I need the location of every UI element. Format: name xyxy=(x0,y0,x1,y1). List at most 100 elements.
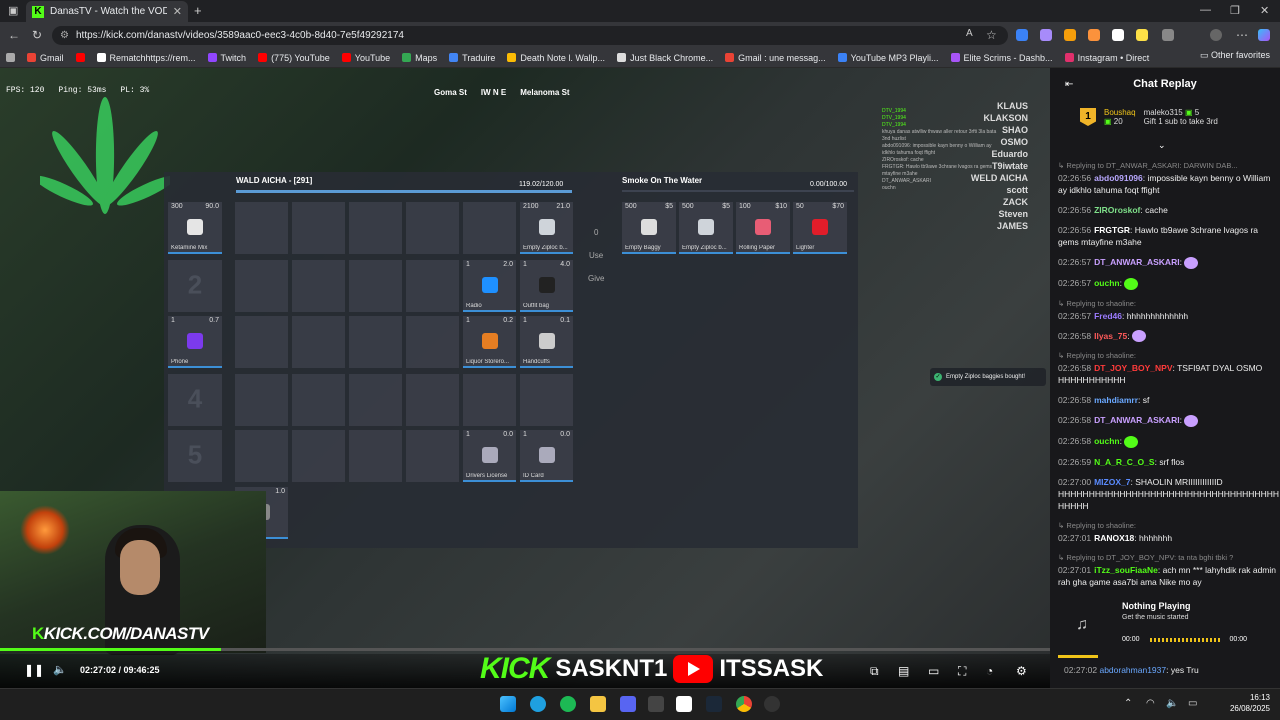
translate-icon[interactable]: A xyxy=(966,28,973,39)
bookmark-yt-mp3[interactable]: YouTube MP3 Playli... xyxy=(837,53,939,63)
tray-chevron-icon[interactable]: ⌃ xyxy=(1124,698,1132,709)
inventory-slot[interactable] xyxy=(349,430,402,482)
fullscreen-icon[interactable]: ⛶ xyxy=(958,664,966,679)
msg-user[interactable]: ZIROroskof xyxy=(1094,205,1140,215)
inventory-slot[interactable]: 1 0.2 Liquor Storero... xyxy=(463,316,516,368)
bookmark-item[interactable] xyxy=(6,53,15,62)
file-explorer-icon[interactable] xyxy=(590,696,606,712)
bookmark-instagram[interactable]: Instagram • Direct xyxy=(1064,53,1149,63)
inventory-slot[interactable] xyxy=(406,202,459,254)
inventory-slot[interactable] xyxy=(520,374,573,426)
edge-icon[interactable] xyxy=(530,696,546,712)
inventory-slot[interactable] xyxy=(292,374,345,426)
wifi-icon[interactable]: ◠ xyxy=(1146,698,1155,709)
bookmark-maps[interactable]: Maps xyxy=(402,53,437,63)
give-button[interactable]: Give xyxy=(588,274,604,283)
msg-user[interactable]: Ilyas_75 xyxy=(1094,331,1127,341)
bookmark-gmail-2[interactable]: Gmail : une messag... xyxy=(725,53,826,63)
calculator-icon[interactable] xyxy=(648,696,664,712)
settings-gear-icon[interactable]: ⚙ xyxy=(1016,664,1027,678)
menu-icon[interactable]: ⋯ xyxy=(1236,28,1248,42)
msg-user[interactable]: ouchn xyxy=(1094,278,1120,288)
inventory-slot[interactable] xyxy=(406,316,459,368)
extension-icon[interactable] xyxy=(1088,29,1100,41)
miniplayer-icon[interactable]: ⧉ xyxy=(870,664,879,679)
battery-icon[interactable]: ▭ xyxy=(1188,698,1197,709)
inventory-slot[interactable] xyxy=(235,374,288,426)
pause-button[interactable]: ❚❚ xyxy=(24,663,44,677)
tab-actions-icon[interactable]: ▣ xyxy=(8,4,18,17)
bookmark-death-note[interactable]: Death Note l. Wallp... xyxy=(507,53,605,63)
inventory-slot[interactable] xyxy=(235,430,288,482)
inventory-slot[interactable] xyxy=(292,430,345,482)
inventory-slot[interactable] xyxy=(292,316,345,368)
inventory-slot[interactable] xyxy=(292,202,345,254)
address-bar[interactable]: ⚙ https://kick.com/danastv/videos/3589aac… xyxy=(52,26,1008,45)
msg-user[interactable]: Fred46 xyxy=(1094,311,1122,321)
close-tab-icon[interactable]: ✕ xyxy=(173,5,182,18)
extension-icon[interactable] xyxy=(1112,29,1124,41)
inventory-slot[interactable]: 1 0.0 ID Card xyxy=(520,430,573,482)
chrome-icon[interactable] xyxy=(736,696,752,712)
inventory-slot[interactable] xyxy=(349,260,402,312)
msg-user[interactable]: mahdiamrr xyxy=(1094,395,1138,405)
other-bookmarks[interactable]: ▭ Other favorites xyxy=(1200,50,1270,61)
copilot-icon[interactable] xyxy=(1258,29,1270,41)
inventory-slot[interactable] xyxy=(235,316,288,368)
bookmark-rematch[interactable]: Rematchhttps://rem... xyxy=(96,53,196,63)
inventory-slot[interactable] xyxy=(292,260,345,312)
inventory-slot[interactable] xyxy=(463,374,516,426)
inventory-slot[interactable]: 1 2.0 Radio xyxy=(463,260,516,312)
bookmark-youtube[interactable]: YouTube xyxy=(341,53,390,63)
shop-slot[interactable]: 50 $70 Lighter xyxy=(793,202,847,254)
inventory-slot[interactable]: 1 0.0 Drivers License xyxy=(463,430,516,482)
extension-icon[interactable] xyxy=(1016,29,1028,41)
speed-icon[interactable]: ◔ xyxy=(986,664,993,678)
inventory-slot[interactable]: 1 0.1 Handcuffs xyxy=(520,316,573,368)
theater-mode-icon[interactable]: ▭ xyxy=(928,664,939,678)
reply-context[interactable]: ↳ Replying to DT_ANWAR_ASKARI: DARWIN DA… xyxy=(1058,160,1276,172)
reply-context[interactable]: ↳ Replying to DT_JOY_BOY_NPV: ta nta bgh… xyxy=(1058,552,1276,564)
bookmark-traduire[interactable]: Traduire xyxy=(449,53,495,63)
msg-user[interactable]: ouchn xyxy=(1094,436,1120,446)
msg-user[interactable]: abdo091096 xyxy=(1094,173,1143,183)
reply-context[interactable]: ↳ Replying to shaoline: xyxy=(1058,298,1276,310)
hotbar-slot[interactable]: 1 0.7 Phone xyxy=(168,316,222,368)
inventory-slot[interactable] xyxy=(235,202,288,254)
msg-user[interactable]: DT_ANWAR_ASKARI xyxy=(1094,415,1179,425)
inventory-slot[interactable]: 2100 21.0 Empty Ziploc b... xyxy=(520,202,573,254)
hotbar-slot[interactable]: 4 xyxy=(168,374,222,426)
msg-user[interactable]: MIZOX_7 xyxy=(1094,477,1130,487)
close-window-button[interactable]: ✕ xyxy=(1260,4,1269,17)
bookmark-twitch[interactable]: Twitch xyxy=(207,53,246,63)
shop-slot[interactable]: 500 $5 Empty Baggy xyxy=(622,202,676,254)
inventory-slot[interactable] xyxy=(406,430,459,482)
new-tab-button[interactable]: + xyxy=(194,3,202,18)
msg-user[interactable]: RANOX18 xyxy=(1094,533,1134,543)
volume-tray-icon[interactable]: 🔈 xyxy=(1166,698,1178,709)
shop-slot[interactable]: 500 $5 Empty Ziploc b... xyxy=(679,202,733,254)
discord-icon[interactable] xyxy=(620,696,636,712)
back-icon[interactable]: ← xyxy=(8,28,20,42)
msg-user[interactable]: abdorahman1937 xyxy=(1099,665,1166,675)
bookmark-just-black[interactable]: Just Black Chrome... xyxy=(617,53,713,63)
bookmark-elite-scrims[interactable]: Elite Scrims - Dashb... xyxy=(950,53,1053,63)
inventory-slot[interactable]: 1 4.0 Outfit bag xyxy=(520,260,573,312)
bookmark-item[interactable] xyxy=(75,53,85,62)
minimize-button[interactable]: — xyxy=(1200,4,1211,16)
use-button[interactable]: Use xyxy=(589,251,603,260)
msg-user[interactable]: DT_ANWAR_ASKARI xyxy=(1094,257,1179,267)
inventory-slot[interactable] xyxy=(406,374,459,426)
inventory-slot[interactable] xyxy=(235,260,288,312)
capcut-icon[interactable] xyxy=(676,696,692,712)
extension-icon[interactable] xyxy=(1136,29,1148,41)
bookmark-youtube-775[interactable]: (775) YouTube xyxy=(258,53,330,63)
bookmark-star-icon[interactable]: ☆ xyxy=(986,28,997,42)
hotbar-slot[interactable]: 300 90.0 Ketamine Mix xyxy=(168,202,222,254)
spotify-icon[interactable] xyxy=(560,696,576,712)
clip-icon[interactable]: ▤ xyxy=(898,664,909,678)
inventory-slot[interactable] xyxy=(463,202,516,254)
expand-leaderboard-icon[interactable]: ⌄ xyxy=(1158,140,1166,151)
reply-context[interactable]: ↳ Replying to shaoline: xyxy=(1058,520,1276,532)
volume-icon[interactable]: 🔈 xyxy=(53,663,67,676)
